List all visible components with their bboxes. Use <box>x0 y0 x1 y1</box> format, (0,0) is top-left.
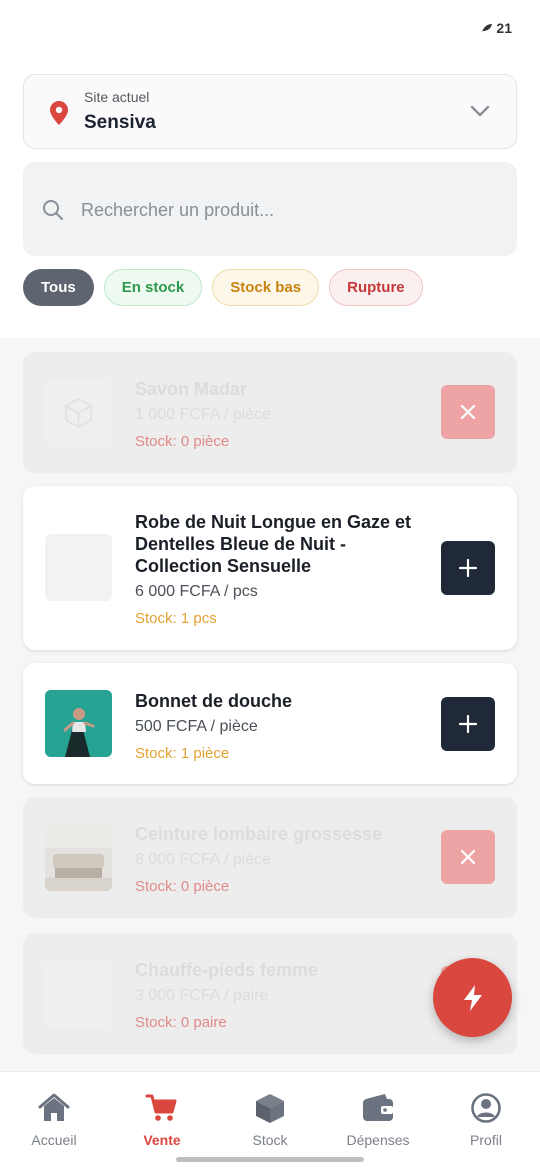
product-image <box>45 534 112 601</box>
search-input[interactable] <box>81 192 501 228</box>
site-selector[interactable]: Site actuel Sensiva <box>23 74 517 149</box>
product-image <box>45 824 112 891</box>
product-stock: Stock: 0 pièce <box>135 878 230 895</box>
nav-item-sale[interactable]: Vente <box>108 1092 216 1148</box>
product-price: 6 000 FCFA / pcs <box>135 583 258 600</box>
product-stock: Stock: 1 pcs <box>135 610 217 627</box>
search-bar[interactable] <box>23 162 517 256</box>
nav-label: Stock <box>252 1132 288 1148</box>
wallet-icon <box>363 1094 393 1121</box>
chevron-down-icon[interactable] <box>470 104 490 118</box>
nav-item-home[interactable]: Accueil <box>0 1092 108 1148</box>
close-icon <box>460 849 476 865</box>
quick-sale-fab[interactable] <box>433 958 512 1037</box>
unavailable-button[interactable] <box>441 385 495 439</box>
filter-chip-out-of-stock[interactable]: Rupture <box>329 269 423 306</box>
bottom-nav: Accueil Vente Stock Dépenses Profil <box>0 1071 540 1170</box>
close-icon <box>460 404 476 420</box>
add-to-cart-button[interactable] <box>441 541 495 595</box>
leaf-icon <box>482 24 493 32</box>
product-price: 500 FCFA / pièce <box>135 718 258 735</box>
product-stock: Stock: 1 pièce <box>135 745 230 762</box>
product-name: Robe de Nuit Longue en Gaze et Dentelles… <box>135 512 412 576</box>
product-info: Ceinture lombaire grossesse 8 000 FCFA /… <box>135 823 437 895</box>
nav-label: Profil <box>470 1132 502 1148</box>
product-image <box>45 690 112 757</box>
plus-icon <box>458 558 478 578</box>
product-price: 3 000 FCFA / paire <box>135 987 269 1004</box>
user-circle-icon <box>471 1093 501 1123</box>
product-image <box>45 379 112 446</box>
product-name: Chauffe-pieds femme <box>135 960 319 980</box>
product-photo <box>45 690 112 757</box>
filter-chip-low-stock[interactable]: Stock bas <box>212 269 320 306</box>
nav-item-profile[interactable]: Profil <box>432 1092 540 1148</box>
cube-icon <box>256 1094 284 1123</box>
product-card[interactable]: Robe de Nuit Longue en Gaze et Dentelles… <box>23 486 517 650</box>
site-name: Sensiva <box>84 112 156 133</box>
home-indicator <box>176 1157 364 1162</box>
site-label: Site actuel <box>84 89 150 105</box>
filter-chip-in-stock[interactable]: En stock <box>103 269 203 306</box>
product-stock: Stock: 0 pièce <box>135 433 230 450</box>
add-to-cart-button[interactable] <box>441 697 495 751</box>
search-icon <box>43 200 63 220</box>
product-name: Savon Madar <box>135 379 248 399</box>
product-card[interactable]: Bonnet de douche 500 FCFA / pièce Stock:… <box>23 663 517 784</box>
filter-chip-all[interactable]: Tous <box>23 269 94 306</box>
lightning-icon <box>463 984 482 1011</box>
nav-label: Vente <box>143 1132 181 1148</box>
nav-label: Accueil <box>31 1132 77 1148</box>
product-info: Robe de Nuit Longue en Gaze et Dentelles… <box>135 511 437 627</box>
unavailable-button[interactable] <box>441 830 495 884</box>
product-name: Bonnet de douche <box>135 691 292 711</box>
product-name: Ceinture lombaire grossesse <box>135 824 383 844</box>
status-bar: 21 <box>0 0 540 56</box>
home-icon <box>38 1093 70 1121</box>
status-indicator: 21 <box>481 20 512 36</box>
location-pin-icon <box>50 101 68 125</box>
product-card[interactable]: Ceinture lombaire grossesse 8 000 FCFA /… <box>23 797 517 918</box>
product-info: Bonnet de douche 500 FCFA / pièce Stock:… <box>135 690 437 762</box>
plus-icon <box>458 714 478 734</box>
product-card[interactable]: Savon Madar 1 000 FCFA / pièce Stock: 0 … <box>23 352 517 473</box>
nav-item-expenses[interactable]: Dépenses <box>324 1092 432 1148</box>
product-photo <box>45 824 112 891</box>
filter-chips: Tous En stock Stock bas Rupture <box>23 269 423 306</box>
box-placeholder-icon <box>65 398 92 428</box>
nav-item-stock[interactable]: Stock <box>216 1092 324 1148</box>
product-price: 1 000 FCFA / pièce <box>135 406 272 423</box>
product-stock: Stock: 0 paire <box>135 1014 227 1031</box>
product-image <box>45 960 112 1027</box>
product-price: 8 000 FCFA / pièce <box>135 851 272 868</box>
cart-icon <box>145 1094 177 1121</box>
product-info: Savon Madar 1 000 FCFA / pièce Stock: 0 … <box>135 378 437 450</box>
product-info: Chauffe-pieds femme 3 000 FCFA / paire S… <box>135 959 437 1031</box>
nav-label: Dépenses <box>346 1132 410 1148</box>
status-badge: 21 <box>496 20 512 36</box>
